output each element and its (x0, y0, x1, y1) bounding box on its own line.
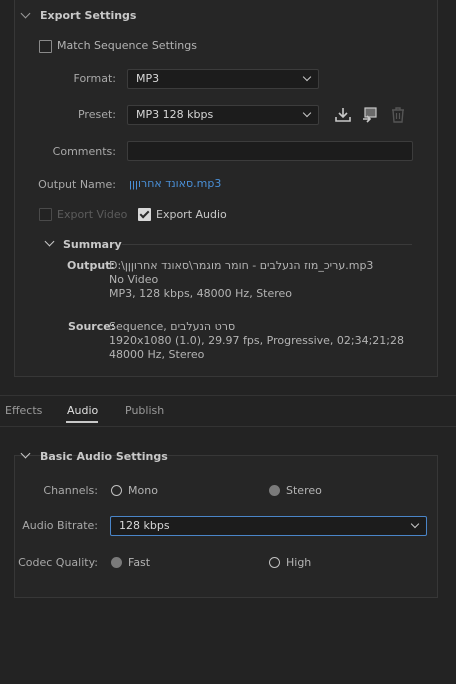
match-sequence-label: Match Sequence Settings (57, 39, 197, 52)
mono-label: Mono (128, 484, 158, 497)
high-label: High (286, 556, 312, 569)
codec-quality-label: Codec Quality: (18, 556, 98, 569)
tab-audio[interactable]: Audio (67, 404, 98, 417)
format-select[interactable]: MP3 (127, 69, 319, 89)
audio-bitrate-label: Audio Bitrate: (22, 519, 98, 532)
basic-audio-title: Basic Audio Settings (40, 450, 168, 463)
output-name-label: Output Name: (38, 178, 116, 191)
summary-source-line: 48000 Hz, Stereo (109, 348, 205, 361)
format-value: MP3 (136, 72, 160, 85)
comments-input[interactable] (127, 141, 413, 161)
export-video-label: Export Video (57, 208, 128, 221)
chevron-down-icon (302, 72, 312, 82)
summary-output-line: MP3, 128 kbps, 48000 Hz, Stereo (109, 287, 293, 300)
summary-output-line: D:\עריכ_מוז הנעלבים - חומר מוגמר\סאונד א… (109, 259, 374, 272)
summary-source-lines: Sequence, סרט הנעלבים 1920x1080 (1.0), 2… (109, 320, 404, 362)
export-video-checkbox[interactable] (39, 208, 52, 221)
comments-label: Comments: (52, 145, 116, 158)
tab-effects[interactable]: Effects (5, 404, 42, 417)
fast-label: Fast (128, 556, 151, 569)
channels-label: Channels: (43, 484, 98, 497)
output-name-link[interactable]: סאונד אחרוןןן.mp3 (129, 177, 221, 190)
fast-radio[interactable] (111, 557, 122, 568)
export-settings-title: Export Settings (40, 9, 137, 22)
format-label: Format: (73, 72, 116, 85)
export-audio-checkbox[interactable] (138, 208, 151, 221)
summary-output-label: Output: (67, 259, 115, 272)
stereo-label: Stereo (286, 484, 322, 497)
stereo-radio[interactable] (269, 485, 280, 496)
chevron-down-icon (410, 519, 420, 529)
summary-title: Summary (63, 238, 122, 251)
active-tab-indicator (66, 421, 98, 423)
summary-output-line: No Video (109, 273, 159, 286)
preset-select[interactable]: MP3 128 kbps (127, 105, 319, 125)
save-preset-icon[interactable] (334, 106, 352, 124)
export-audio-label: Export Audio (156, 208, 227, 221)
summary-output-lines: D:\עריכ_מוז הנעלבים - חומר מוגמר\סאונד א… (109, 259, 373, 301)
import-preset-icon[interactable] (361, 106, 379, 124)
summary-source-line: Sequence, סרט הנעלבים (109, 320, 236, 333)
delete-preset-icon (392, 107, 404, 123)
summary-divider (122, 244, 412, 245)
audio-bitrate-value: 128 kbps (119, 519, 170, 532)
chevron-down-icon (302, 108, 312, 118)
preset-value: MP3 128 kbps (136, 108, 214, 121)
summary-source-line: 1920x1080 (1.0), 29.97 fps, Progressive,… (109, 334, 405, 347)
preset-label: Preset: (77, 108, 116, 121)
audio-bitrate-select[interactable]: 128 kbps (110, 516, 427, 536)
match-sequence-checkbox[interactable] (39, 40, 52, 53)
tab-publish[interactable]: Publish (125, 404, 164, 417)
high-radio[interactable] (269, 557, 280, 568)
mono-radio[interactable] (111, 485, 122, 496)
tab-bar: Effects Audio Publish (0, 395, 456, 427)
